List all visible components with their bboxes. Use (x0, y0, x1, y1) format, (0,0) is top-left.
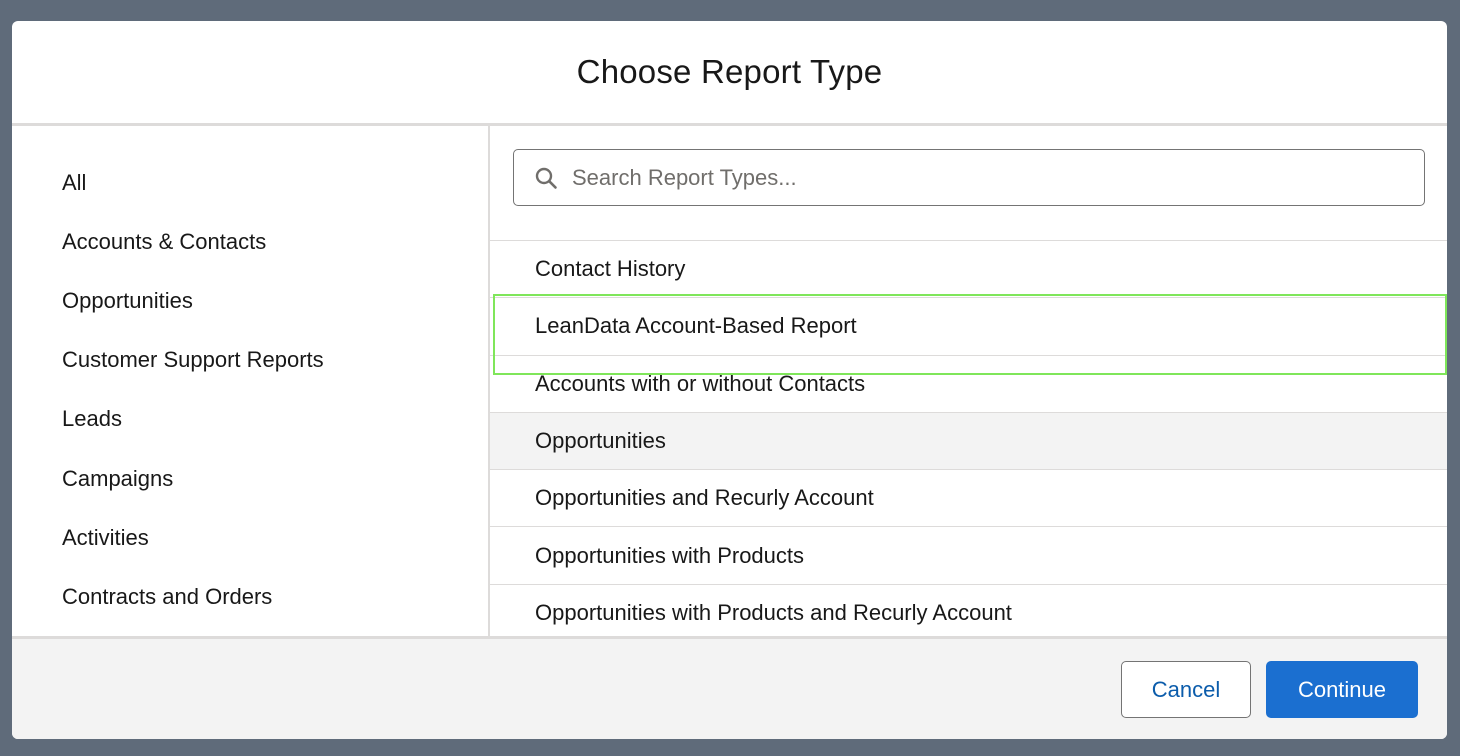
search-input[interactable] (572, 164, 1424, 191)
report-type-item[interactable]: LeanData Account-Based Report (490, 297, 1447, 354)
report-type-list: Contact History LeanData Account-Based R… (490, 240, 1447, 641)
cancel-button[interactable]: Cancel (1121, 661, 1251, 718)
category-item-all[interactable]: All (12, 153, 488, 212)
dialog-header: Choose Report Type (12, 21, 1447, 126)
category-item-contracts-orders[interactable]: Contracts and Orders (12, 567, 488, 626)
dialog-body: All Accounts & Contacts Opportunities Cu… (12, 126, 1447, 636)
report-type-panel: Contact History LeanData Account-Based R… (490, 126, 1447, 636)
category-item-opportunities[interactable]: Opportunities (12, 271, 488, 330)
category-panel: All Accounts & Contacts Opportunities Cu… (12, 126, 490, 636)
dialog-title: Choose Report Type (576, 53, 883, 90)
dialog-footer: Cancel Continue (12, 636, 1447, 739)
report-type-item[interactable]: Accounts with or without Contacts (490, 354, 1447, 412)
report-type-item[interactable]: Opportunities and Recurly Account (490, 469, 1447, 526)
report-type-item-selected[interactable]: Opportunities (490, 411, 1447, 470)
category-list: All Accounts & Contacts Opportunities Cu… (12, 126, 488, 627)
search-box[interactable] (513, 149, 1425, 206)
category-item-activities[interactable]: Activities (12, 508, 488, 567)
category-item-campaigns[interactable]: Campaigns (12, 449, 488, 508)
category-item-leads[interactable]: Leads (12, 390, 488, 449)
category-item-accounts-contacts[interactable]: Accounts & Contacts (12, 212, 488, 271)
search-icon (535, 167, 557, 189)
category-item-customer-support[interactable]: Customer Support Reports (12, 331, 488, 390)
report-type-item[interactable]: Contact History (490, 240, 1447, 297)
continue-button[interactable]: Continue (1266, 661, 1418, 718)
report-type-item[interactable]: Opportunities with Products and Recurly … (490, 583, 1447, 641)
report-type-dialog: Choose Report Type All Accounts & Contac… (12, 21, 1447, 739)
report-type-item[interactable]: Opportunities with Products (490, 526, 1447, 583)
